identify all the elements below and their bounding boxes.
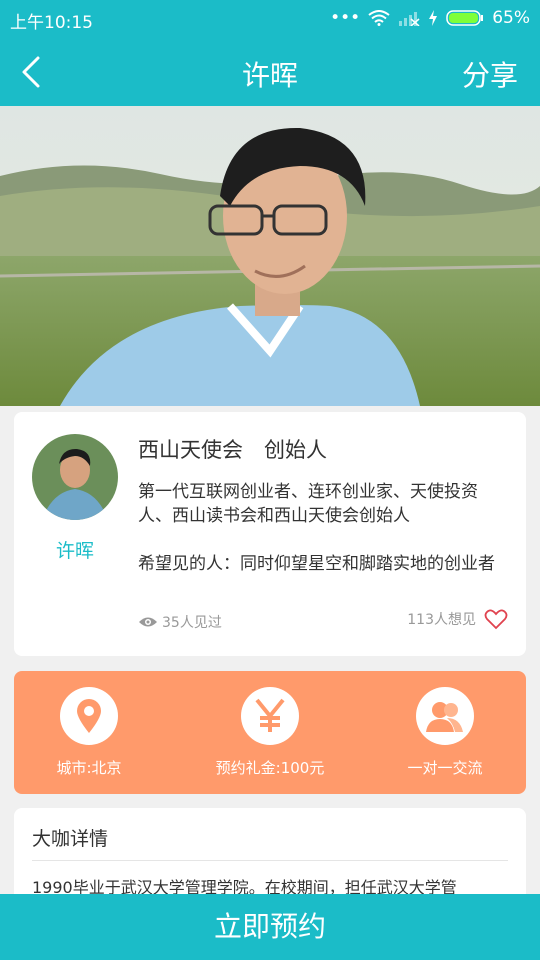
status-icons: ••• 65% bbox=[330, 8, 530, 28]
battery-icon bbox=[446, 10, 484, 26]
signal-icon bbox=[399, 12, 420, 26]
divider bbox=[32, 860, 508, 861]
status-bar: 上午10:15 ••• 65% bbox=[0, 0, 540, 38]
want-count[interactable]: 113人想见 bbox=[407, 608, 508, 630]
profile-card: 许晖 西山天使会 创始人 第一代互联网创业者、连环创业家、天使投资人、西山读书会… bbox=[14, 412, 526, 656]
detail-title: 大咖详情 bbox=[32, 828, 109, 850]
people-icon bbox=[416, 687, 474, 745]
avatar[interactable] bbox=[32, 434, 118, 520]
profile-headline: 西山天使会 创始人 bbox=[138, 438, 327, 462]
status-time: 上午10:15 bbox=[10, 13, 93, 33]
profile-name[interactable]: 许晖 bbox=[32, 536, 118, 563]
share-button[interactable]: 分享 bbox=[462, 54, 518, 94]
features-card: 城市:北京 预约礼金:100元 一对一交流 bbox=[14, 671, 526, 794]
location-pin-icon bbox=[60, 687, 118, 745]
feature-city-label: 城市:北京 bbox=[56, 759, 122, 777]
book-now-button[interactable]: 立即预约 bbox=[0, 894, 540, 960]
seen-count: 35人见过 bbox=[138, 612, 222, 632]
profile-bio: 第一代互联网创业者、连环创业家、天使投资人、西山读书会和西山天使会创始人 bbox=[138, 482, 478, 526]
profile-hope: 希望见的人：同时仰望星空和脚踏实地的创业者 bbox=[138, 554, 495, 574]
feature-fee: 预约礼金:100元 bbox=[195, 687, 345, 778]
seen-count-label: 35人见过 bbox=[162, 615, 222, 631]
hero-photo bbox=[0, 106, 540, 406]
feature-city: 城市:北京 bbox=[14, 687, 164, 778]
feature-fee-label: 预约礼金:100元 bbox=[215, 759, 325, 777]
page-title: 许晖 bbox=[241, 59, 298, 92]
eye-icon bbox=[139, 617, 157, 627]
want-count-label: 113人想见 bbox=[407, 612, 476, 628]
charging-icon bbox=[429, 10, 438, 26]
heart-icon[interactable] bbox=[484, 608, 508, 630]
feature-one-on-one-label: 一对一交流 bbox=[407, 759, 483, 777]
battery-percent: 65% bbox=[492, 8, 530, 28]
wifi-icon bbox=[368, 10, 390, 26]
more-dots-icon: ••• bbox=[330, 8, 361, 28]
yen-icon bbox=[241, 687, 299, 745]
navigation-bar: 许晖 分享 bbox=[0, 38, 540, 106]
feature-one-on-one: 一对一交流 bbox=[370, 687, 520, 778]
